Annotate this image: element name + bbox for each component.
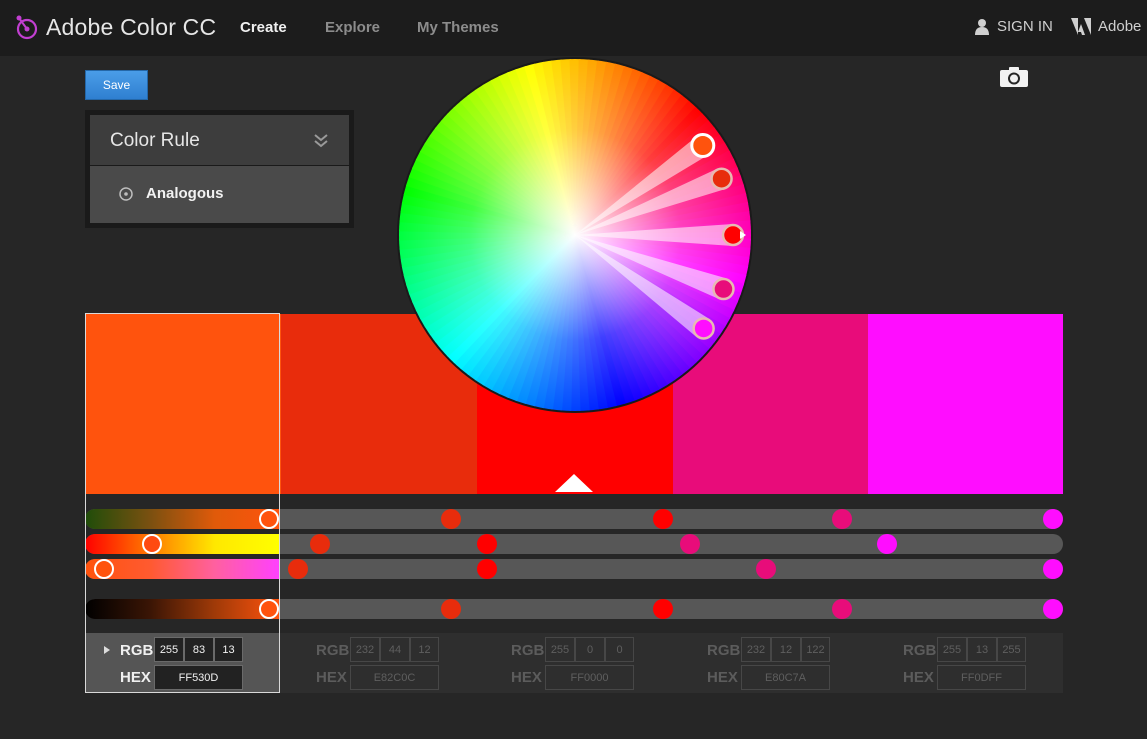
hue-slider[interactable] [85,509,280,529]
color-slider[interactable] [85,559,280,579]
slider-dot[interactable] [1043,509,1063,529]
color-rule-option[interactable]: Analogous [90,166,349,223]
green-value-field[interactable]: 12 [771,637,801,662]
green-value-field[interactable]: 0 [575,637,605,662]
radio-icon[interactable] [118,186,134,202]
red-value-field[interactable]: 255 [545,637,575,662]
wheel-handle[interactable] [692,317,715,340]
color-wheel[interactable] [397,57,753,413]
wheel-handle[interactable] [690,133,716,159]
slider-dot[interactable] [832,599,852,619]
slider-knob[interactable] [259,599,279,619]
slider-dot[interactable] [653,509,673,529]
expand-arrow-icon[interactable] [103,645,111,655]
hex-value-field[interactable]: E80C7A [741,665,830,690]
rgb-label: RGB [707,642,741,659]
brand[interactable]: Adobe Color CC [14,14,216,41]
green-value-field[interactable]: 13 [967,637,997,662]
saturation-slider[interactable] [85,534,280,554]
save-button[interactable]: Save [85,70,148,100]
slider-dot[interactable] [680,534,700,554]
camera-icon[interactable] [999,66,1029,88]
hex-value-field[interactable]: E82C0C [350,665,439,690]
slider-dot[interactable] [653,599,673,619]
sign-in-link[interactable]: SIGN IN [974,18,1053,35]
hex-value-field[interactable]: FF530D [154,665,243,690]
slider-dot[interactable] [756,559,776,579]
adobe-logo-icon [1071,18,1091,35]
blue-value-field[interactable]: 13 [214,637,243,662]
hex-label: HEX [903,669,934,686]
slider-dot[interactable] [1043,599,1063,619]
slider-dot[interactable] [877,534,897,554]
red-value-field[interactable]: 232 [741,637,771,662]
green-value-field[interactable]: 83 [184,637,214,662]
color-rule-panel: Color Rule Analogous [85,110,354,228]
slider-dot[interactable] [441,509,461,529]
wheel-handle[interactable] [712,277,735,301]
rgb-label: RGB [511,642,545,659]
slider-dot[interactable] [441,599,461,619]
rgb-label: RGB [120,642,154,659]
blue-value-field[interactable]: 255 [997,637,1026,662]
adobe-color-logo-icon [16,15,38,39]
color-rule-header[interactable]: Color Rule [90,115,349,165]
red-value-field[interactable]: 232 [350,637,380,662]
sign-in-label: SIGN IN [997,18,1053,35]
user-icon [975,19,989,35]
slider-knob[interactable] [259,509,279,529]
hex-label: HEX [316,669,347,686]
brightness-slider[interactable] [85,599,280,619]
hex-label: HEX [707,669,738,686]
blue-value-field[interactable]: 0 [605,637,634,662]
slider-dot[interactable] [477,534,497,554]
rgb-label: RGB [903,642,937,659]
red-value-field[interactable]: 255 [154,637,184,662]
slider-dot[interactable] [288,559,308,579]
color-rule-title: Color Rule [110,130,200,151]
app-title: Adobe Color CC [46,14,217,40]
slider-dot[interactable] [832,509,852,529]
hex-value-field[interactable]: FF0DFF [937,665,1026,690]
swatch-1[interactable] [85,314,281,494]
wheel-handle[interactable] [710,167,733,190]
adobe-label: Adobe [1098,18,1142,35]
red-value-field[interactable]: 255 [937,637,967,662]
swatch-5[interactable] [868,314,1063,494]
slider-dot[interactable] [1043,559,1063,579]
blue-value-field[interactable]: 12 [410,637,439,662]
nav-create[interactable]: Create [240,19,287,36]
hex-label: HEX [511,669,542,686]
chevron-double-down-icon[interactable] [313,132,329,148]
color-rule-selected: Analogous [146,185,224,202]
slider-dot[interactable] [310,534,330,554]
slider-dot[interactable] [477,559,497,579]
hex-label: HEX [120,669,151,686]
hex-value-field[interactable]: FF0000 [545,665,634,690]
green-value-field[interactable]: 44 [380,637,410,662]
base-color-marker-icon [555,474,593,492]
slider-knob[interactable] [142,534,162,554]
blue-value-field[interactable]: 122 [801,637,830,662]
adobe-link[interactable]: Adobe [1071,18,1141,35]
nav-explore[interactable]: Explore [325,19,380,36]
slider-knob[interactable] [94,559,114,579]
nav-my-themes[interactable]: My Themes [417,19,499,36]
rgb-label: RGB [316,642,350,659]
top-bar: Adobe Color CC Create Explore My Themes … [0,0,1147,56]
